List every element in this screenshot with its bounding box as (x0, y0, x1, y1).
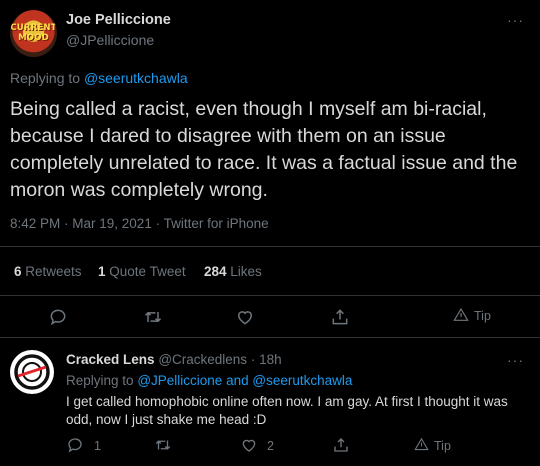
tip-label[interactable]: Tip (474, 309, 491, 323)
like-icon[interactable] (240, 436, 258, 454)
replying-prefix: Replying to (66, 373, 134, 388)
author-handle[interactable]: @Crackedlens (158, 352, 247, 367)
likes-label: Likes (230, 264, 262, 279)
more-options-icon[interactable]: ··· (507, 352, 524, 368)
author-handle[interactable]: @JPelliccione (66, 32, 154, 48)
replying-to-link[interactable]: @seerutkchawla (252, 373, 352, 388)
reply-icon[interactable] (48, 307, 68, 327)
like-icon[interactable] (235, 307, 255, 327)
retweet-icon[interactable] (143, 307, 163, 327)
reply-text: I get called homophobic online often now… (66, 394, 508, 427)
reply-icon[interactable] (66, 436, 84, 454)
tweet-timestamp[interactable]: 8:42 PM · Mar 19, 2021 · Twitter for iPh… (10, 216, 269, 231)
reply-actions: 1 2 Tip (0, 434, 540, 460)
tweet-actions: Tip (0, 296, 540, 338)
likes-stat[interactable]: 284 Likes (204, 264, 262, 279)
more-options-icon[interactable]: ··· (507, 12, 524, 28)
replying-to-link[interactable]: @seerutkchawla (84, 70, 188, 86)
separator: · (250, 352, 256, 367)
tip-icon[interactable] (414, 437, 429, 452)
author-name[interactable]: Joe Pelliccione (66, 12, 171, 28)
likes-count: 284 (204, 264, 227, 279)
tip-icon[interactable] (453, 307, 469, 323)
cracked-lens-logo-icon (14, 354, 50, 390)
like-count: 2 (267, 439, 274, 453)
replying-and: and (226, 373, 249, 388)
tip-label[interactable]: Tip (434, 439, 451, 453)
quotes-stat[interactable]: 1 Quote Tweet (98, 264, 186, 279)
replying-prefix: Replying to (10, 70, 81, 86)
retweet-icon[interactable] (154, 436, 172, 454)
reply-header: Cracked Lens @Crackedlens · 18h (66, 352, 282, 367)
quotes-label: Quote Tweet (109, 264, 186, 279)
tweet-text: Being called a racist, even though I mys… (10, 98, 518, 201)
author-name[interactable]: Cracked Lens (66, 352, 155, 367)
main-tweet: CURRENT MOOD Joe Pelliccione @JPelliccion… (0, 0, 540, 338)
reply-time[interactable]: 18h (259, 352, 282, 367)
reply-tweet: Cracked Lens @Crackedlens · 18h ··· Repl… (0, 338, 540, 466)
avatar-logo-text: CURRENT MOOD (10, 23, 57, 43)
replying-to-line: Replying to @JPelliccione and @seerutkch… (66, 373, 352, 388)
replying-to-link[interactable]: @JPelliccione (137, 373, 222, 388)
replying-to-line: Replying to @seerutkchawla (10, 70, 188, 86)
avatar[interactable] (10, 350, 54, 394)
share-icon[interactable] (332, 436, 350, 454)
retweets-label: Retweets (25, 264, 82, 279)
retweets-stat[interactable]: 6 Retweets (14, 264, 82, 279)
avatar[interactable]: CURRENT MOOD (10, 10, 57, 57)
quotes-count: 1 (98, 264, 106, 279)
reply-count: 1 (94, 439, 101, 453)
tweet-stats: 6 Retweets 1 Quote Tweet 284 Likes (0, 246, 540, 296)
retweets-count: 6 (14, 264, 22, 279)
share-icon[interactable] (330, 307, 350, 327)
